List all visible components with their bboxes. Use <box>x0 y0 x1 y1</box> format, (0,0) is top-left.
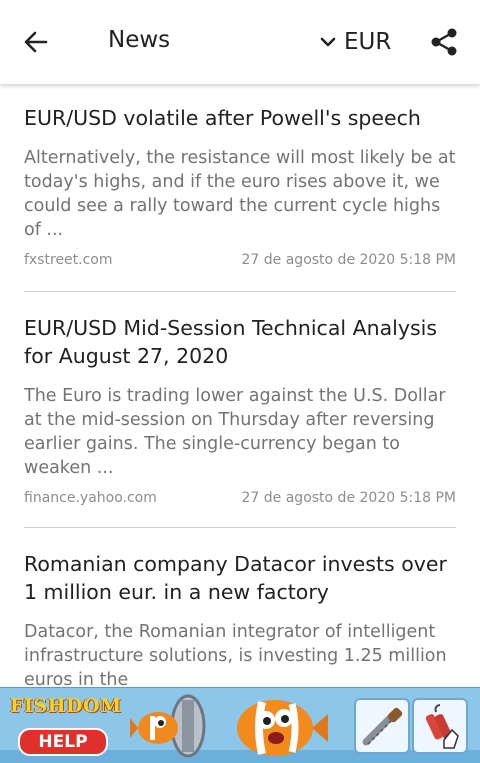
chevron-down-icon <box>320 37 336 47</box>
news-item[interactable]: EUR/USD Mid-Session Technical Analysis f… <box>24 314 456 506</box>
dynamite-tile[interactable] <box>412 698 468 754</box>
news-source: fxstreet.com <box>24 252 113 268</box>
page-title: News <box>108 27 171 53</box>
saw-icon <box>362 707 403 746</box>
ad-brand: FISHDOM <box>10 695 122 717</box>
divider <box>24 291 456 292</box>
share-button[interactable] <box>424 22 464 62</box>
news-title: Romanian company Datacor invests over 1 … <box>24 552 447 604</box>
news-date: 27 de agosto de 2020 5:18 PM <box>241 252 456 268</box>
arrow-left-icon <box>24 31 48 53</box>
news-snippet: The Euro is trading lower against the U.… <box>24 386 446 478</box>
news-title: EUR/USD volatile after Powell's speech <box>24 106 421 130</box>
news-title: EUR/USD Mid-Session Technical Analysis f… <box>24 316 438 368</box>
share-icon <box>431 28 457 56</box>
back-button[interactable] <box>16 22 56 62</box>
news-item[interactable]: Romanian company Datacor invests over 1 … <box>24 550 456 687</box>
news-date: 27 de agosto de 2020 5:18 PM <box>241 490 456 506</box>
ad-help-button[interactable]: HELP <box>18 728 108 756</box>
currency-selector[interactable]: EUR <box>318 22 391 62</box>
currency-label: EUR <box>344 29 392 55</box>
news-snippet: Datacor, the Romanian integrator of inte… <box>24 622 447 687</box>
news-meta: fxstreet.com 27 de agosto de 2020 5:18 P… <box>24 252 456 268</box>
news-snippet: Alternatively, the resistance will most … <box>24 148 456 240</box>
divider <box>24 527 456 528</box>
news-meta: finance.yahoo.com 27 de agosto de 2020 5… <box>24 490 456 506</box>
news-item[interactable]: EUR/USD volatile after Powell's speech A… <box>24 104 456 268</box>
ad-banner[interactable]: FISHDOM HELP <box>0 687 480 763</box>
news-source: finance.yahoo.com <box>24 490 157 506</box>
dynamite-icon <box>425 704 459 749</box>
app-bar: News EUR <box>0 0 480 84</box>
news-list[interactable]: EUR/USD volatile after Powell's speech A… <box>0 84 480 687</box>
saw-tile[interactable] <box>354 698 410 754</box>
